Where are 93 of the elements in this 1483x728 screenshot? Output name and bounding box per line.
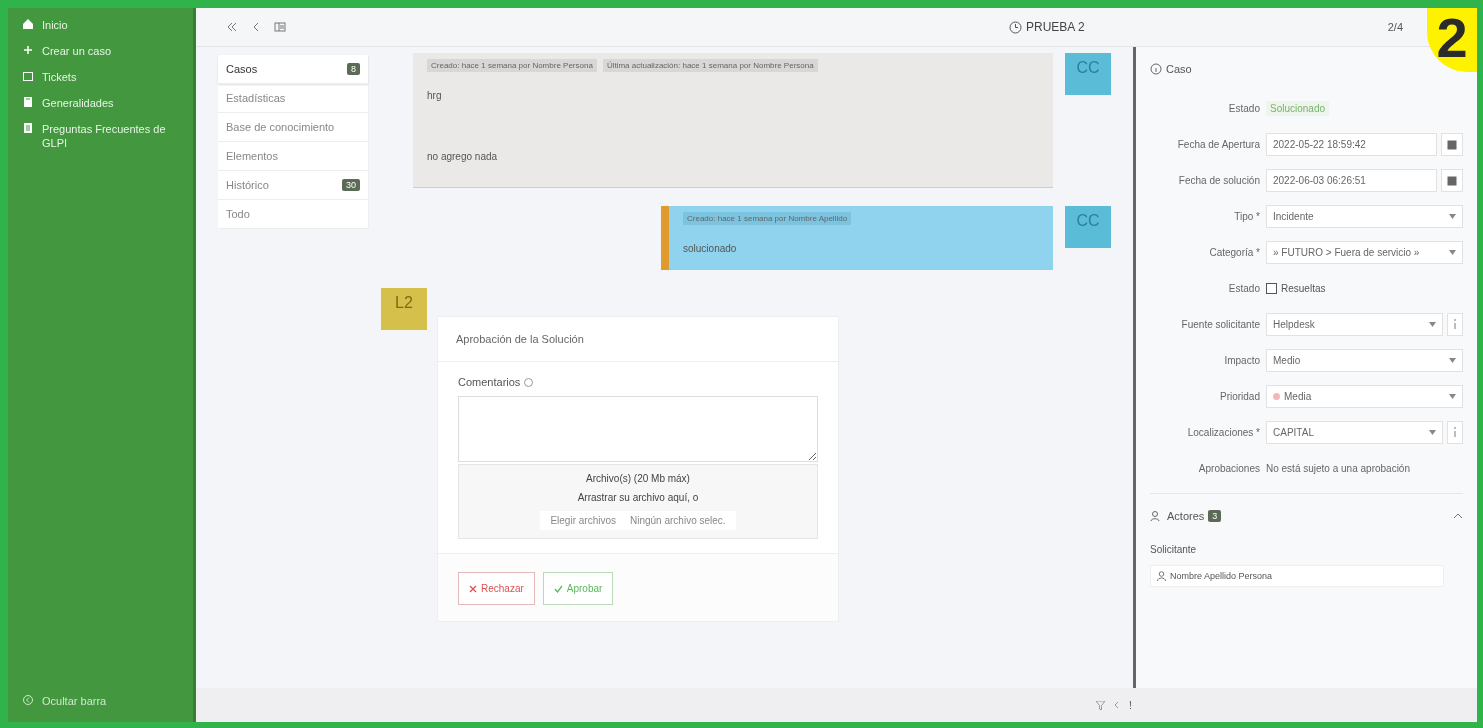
- alert-mark: !: [1129, 699, 1132, 711]
- actors-header[interactable]: Actores 3: [1150, 494, 1463, 536]
- help-icon: [524, 377, 534, 387]
- message-text: solucionado: [683, 243, 738, 254]
- field-label: Aprobaciones: [1197, 462, 1260, 474]
- user-icon: [1157, 571, 1166, 581]
- role-label: Solicitante: [1150, 544, 1198, 555]
- checkbox[interactable]: [1266, 282, 1277, 294]
- sidebar-item[interactable]: Tickets: [8, 70, 193, 84]
- field-label: Fecha de solución: [1177, 174, 1260, 186]
- avatar: CC: [1065, 206, 1111, 248]
- sidebar-item[interactable]: Crear un caso: [8, 44, 193, 58]
- calendar-icon: [1447, 174, 1457, 186]
- filter-icon: [1096, 700, 1105, 710]
- calendar-button[interactable]: [1441, 168, 1463, 192]
- dropdown-icon: [1429, 321, 1436, 327]
- sidebar-item[interactable]: Preguntas Frecuentes de GLPI: [8, 122, 193, 150]
- collapse-icon: [22, 694, 34, 706]
- upload-area[interactable]: Archivo(s) (20 Mb máx) Arrastrar su archivo aquí, o Elegir archivos Ningún archivo selec.: [458, 464, 818, 539]
- case-title: PRUEBA 2: [1026, 20, 1085, 34]
- tab[interactable]: Histórico 30: [218, 171, 368, 200]
- file-input[interactable]: Elegir archivos Ningún archivo selec.: [540, 511, 736, 530]
- actor-chip[interactable]: Nombre Apellido Persona: [1150, 565, 1444, 587]
- date-field[interactable]: 2022-06-03 06:26:51: [1266, 168, 1437, 192]
- count-badge: 30: [342, 179, 360, 191]
- chevron-up-icon: [1453, 513, 1463, 519]
- page-counter: 2/4: [1387, 21, 1403, 33]
- field-label: Fecha de Apertura: [1176, 138, 1260, 150]
- field-label: Impacto: [1223, 354, 1260, 366]
- arrow-left-icon: [1113, 701, 1121, 709]
- field-value: No está sujeto a una aprobación: [1266, 462, 1410, 474]
- tab[interactable]: Todo: [218, 200, 368, 229]
- document-icon: [22, 122, 34, 134]
- dropdown-icon: [1449, 357, 1456, 363]
- comment-field[interactable]: [458, 396, 818, 462]
- status-value: Solucionado: [1266, 100, 1330, 116]
- double-chevron-left-icon: [226, 21, 238, 33]
- message-meta: Creado: hace 1 semana por Nombre Persona: [427, 59, 597, 72]
- tab[interactable]: Estadísticas: [218, 84, 368, 113]
- field-label: Estado: [1227, 282, 1260, 294]
- calendar-button[interactable]: [1441, 132, 1463, 156]
- dropdown-icon: [1429, 429, 1436, 435]
- select-field[interactable]: Helpdesk: [1266, 312, 1443, 336]
- approval-title: Aprobación de la Solución: [456, 333, 584, 345]
- message-text: hrg: [427, 90, 443, 101]
- dropdown-icon: [1449, 249, 1456, 255]
- field-label: Tipo *: [1233, 210, 1260, 222]
- tab[interactable]: Elementos: [218, 142, 368, 171]
- message-meta: Última actualización: hace 1 semana por Nombre Persona: [602, 59, 818, 72]
- field-label: Localizaciones *: [1186, 426, 1260, 438]
- book-icon: [22, 96, 34, 108]
- select-field[interactable]: Medio: [1266, 348, 1463, 372]
- list-icon: [274, 21, 286, 33]
- field-label: Categoría *: [1208, 246, 1260, 258]
- chevron-left-icon: [252, 21, 260, 33]
- field-label: Comentarios: [458, 376, 521, 388]
- clock-icon: [1009, 20, 1022, 34]
- plus-icon: [22, 44, 34, 56]
- info-icon: [1453, 427, 1457, 437]
- calendar-icon: [1447, 138, 1457, 150]
- sidebar-item[interactable]: Generalidades: [8, 96, 193, 110]
- close-icon: [469, 584, 477, 593]
- avatar: L2: [381, 288, 427, 330]
- field-label: Fuente solicitante: [1180, 318, 1260, 330]
- message-meta: Creado: hace 1 semana por Nombre Apellido: [683, 212, 852, 225]
- info-icon: [1453, 319, 1457, 329]
- upload-hint: Arrastrar su archivo aquí, o: [577, 492, 699, 503]
- tab[interactable]: Casos 8: [218, 55, 368, 84]
- field-label: Estado: [1227, 102, 1260, 114]
- info-icon: [1150, 63, 1162, 75]
- section-title: Caso: [1166, 63, 1192, 75]
- users-icon: [1150, 510, 1163, 522]
- count-badge: 8: [347, 63, 360, 75]
- field-label: Prioridad: [1218, 390, 1260, 402]
- select-field[interactable]: Incidente: [1266, 204, 1463, 228]
- dropdown-icon: [1449, 213, 1456, 219]
- check-icon: [553, 584, 563, 593]
- checkbox-label: Resueltas: [1281, 282, 1326, 294]
- dropdown-icon: [1449, 393, 1456, 399]
- sidebar-item[interactable]: Inicio: [8, 18, 193, 32]
- ticket-icon: [22, 70, 34, 82]
- message-text: no agrego nada: [427, 151, 499, 162]
- select-field[interactable]: CAPITAL: [1266, 420, 1443, 444]
- tab[interactable]: Base de conocimiento: [218, 113, 368, 142]
- count-badge: 3: [1208, 510, 1222, 522]
- home-icon: [22, 18, 34, 30]
- avatar: CC: [1065, 53, 1111, 95]
- upload-title: Archivo(s) (20 Mb máx): [586, 473, 690, 484]
- date-field[interactable]: 2022-05-22 18:59:42: [1266, 132, 1437, 156]
- reject-button[interactable]: Rechazar: [458, 572, 535, 605]
- step-marker: 2: [1427, 8, 1477, 72]
- select-field[interactable]: » FUTURO > Fuera de servicio »: [1266, 240, 1463, 264]
- select-field[interactable]: Media: [1266, 384, 1463, 408]
